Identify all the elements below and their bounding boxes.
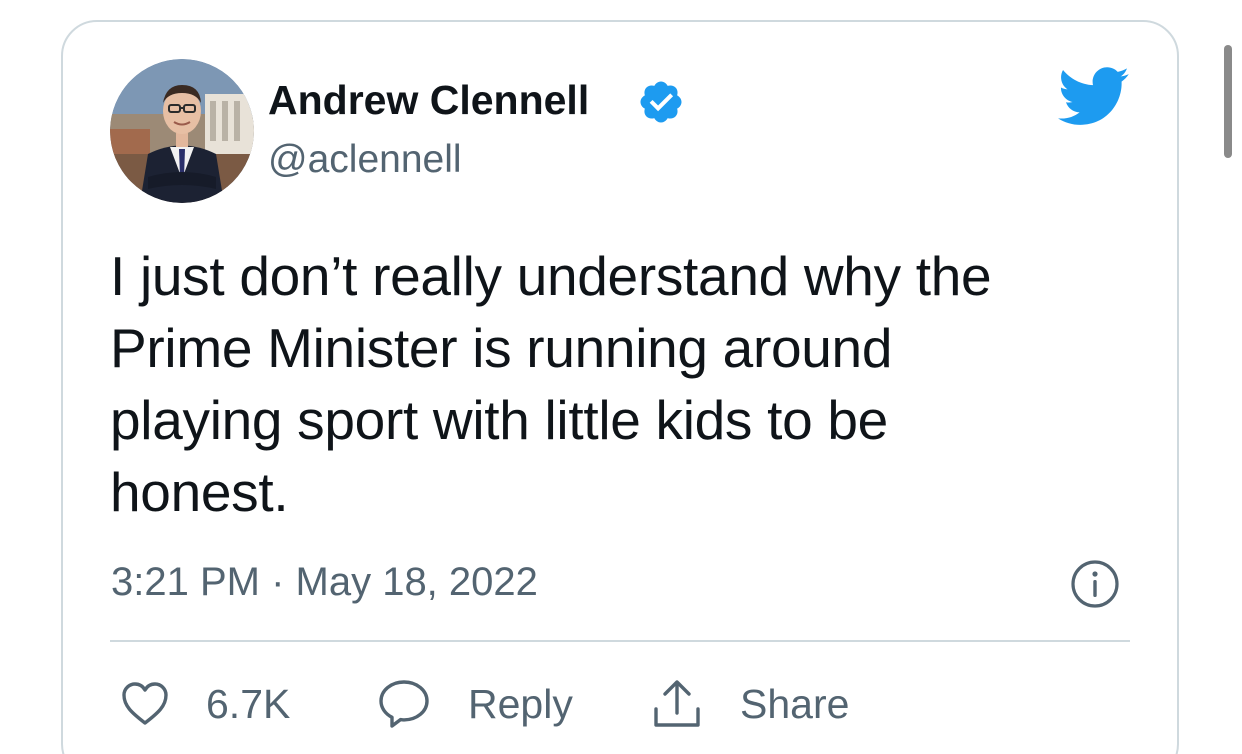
heart-icon <box>122 682 168 725</box>
tweet-timestamp[interactable]: 3:21 PM · May 18, 2022 <box>111 558 538 606</box>
tweet-text: I just don’t really understand why the P… <box>110 240 1120 528</box>
share-button[interactable]: Share <box>650 674 849 734</box>
divider <box>110 640 1130 642</box>
avatar-photo <box>110 59 254 203</box>
tweet-text-line: I just don’t really understand why the <box>110 245 992 307</box>
avatar[interactable] <box>110 59 254 203</box>
screen: Andrew Clennell @aclennell I just don’t … <box>0 0 1242 754</box>
tweet-text-line: Prime Minister is running around <box>110 317 893 379</box>
display-name[interactable]: Andrew Clennell <box>268 75 589 125</box>
reply-button[interactable]: Reply <box>376 674 573 734</box>
twitter-bird-icon[interactable] <box>1058 66 1130 128</box>
like-count: 6.7K <box>206 681 291 727</box>
user-handle[interactable]: @aclennell <box>268 136 462 184</box>
reply-label: Reply <box>468 681 573 727</box>
share-label: Share <box>740 681 850 727</box>
like-button[interactable]: 6.7K <box>120 674 290 734</box>
scrollbar[interactable] <box>1224 45 1232 158</box>
tweet-text-line: playing sport with little kids to be <box>110 389 888 451</box>
info-icon[interactable] <box>1070 559 1120 609</box>
tweet-text-line: honest. <box>110 461 289 523</box>
speech-bubble-icon <box>379 680 429 728</box>
share-arrow-icon <box>654 680 700 727</box>
verified-badge-icon <box>637 78 685 126</box>
